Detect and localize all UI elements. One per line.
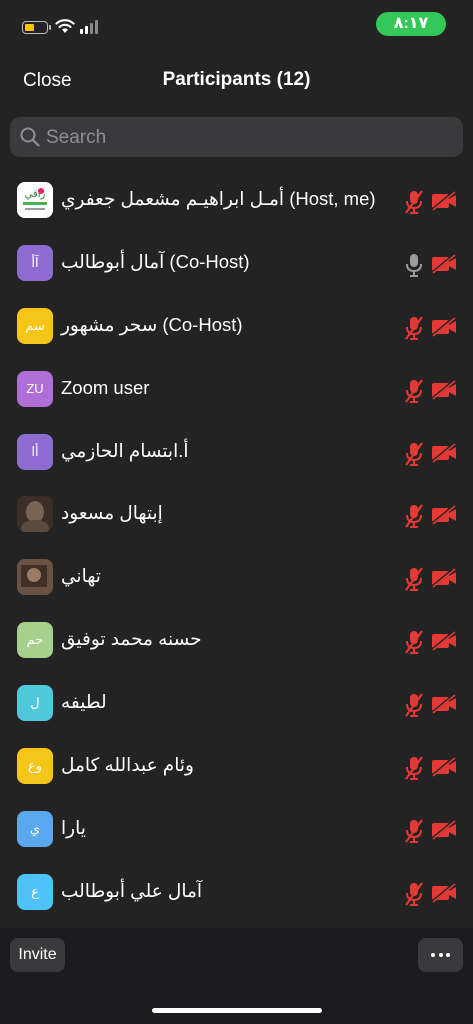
video-off-icon[interactable] — [431, 756, 457, 782]
mic-muted-icon[interactable] — [403, 189, 425, 220]
mic-icon[interactable] — [403, 252, 425, 283]
participant-name: لطيفه — [61, 691, 107, 713]
video-off-icon[interactable] — [431, 819, 457, 845]
participant-name: تهاني — [61, 565, 101, 587]
participants-list: راقي أمـل ابراهيـم مشعمل جعفري (Host, me)… — [0, 169, 473, 924]
video-off-icon[interactable] — [431, 631, 457, 656]
participant-name: أ.ابتسام الحازمي — [61, 439, 189, 461]
participant-name: يارا — [61, 816, 86, 838]
home-indicator — [152, 1008, 322, 1013]
participant-name: إبتهال مسعود — [61, 502, 163, 524]
participant-row[interactable]: ي يارا — [0, 798, 473, 861]
participant-name: آمال علي أبوطالب — [61, 879, 202, 901]
participant-name: أمـل ابراهيـم مشعمل جعفري (Host, me) — [61, 188, 376, 209]
mic-muted-icon[interactable] — [403, 378, 425, 409]
more-dots-icon[interactable] — [418, 938, 463, 972]
video-off-icon[interactable] — [431, 882, 457, 908]
avatar — [17, 496, 53, 533]
video-off-icon[interactable] — [431, 316, 457, 342]
avatar: آأ — [17, 244, 53, 281]
avatar: حم — [17, 622, 53, 659]
participant-row[interactable]: تهاني — [0, 546, 473, 609]
avatar: سم — [17, 307, 53, 344]
avatar: راقي — [17, 182, 53, 218]
status-time[interactable]: ٨:١٧ — [376, 12, 446, 36]
participant-row[interactable]: سم سحر مشهور (Co-Host) — [0, 295, 473, 358]
header: Close Participants (12) — [0, 60, 473, 102]
participant-name: سحر مشهور (Co-Host) — [61, 313, 243, 335]
bottom-toolbar: Invite — [0, 928, 473, 1024]
mic-muted-icon[interactable] — [403, 692, 425, 723]
search-bar[interactable] — [10, 117, 463, 159]
participant-row[interactable]: ع آمال علي أبوطالب — [0, 861, 473, 924]
mic-muted-icon[interactable] — [403, 441, 425, 472]
video-off-icon[interactable] — [431, 253, 457, 279]
battery-low-icon — [22, 21, 51, 34]
avatar-initials: ع — [31, 883, 39, 899]
avatar-initials: أا — [31, 443, 39, 459]
participant-name: Zoom user — [61, 376, 150, 398]
video-off-icon[interactable] — [431, 190, 457, 216]
participant-name: وئام عبدالله كامل — [61, 754, 194, 776]
mic-muted-icon[interactable] — [403, 629, 425, 660]
avatar-initials: ل — [30, 695, 40, 711]
video-off-icon[interactable] — [431, 568, 457, 593]
page-title: Participants (12) — [162, 69, 311, 90]
avatar — [17, 559, 53, 596]
mic-muted-icon[interactable] — [403, 315, 425, 346]
participant-row[interactable]: إبتهال مسعود — [0, 483, 473, 546]
avatar-initials: ZU — [26, 381, 44, 397]
avatar: أا — [17, 433, 53, 470]
signal-icon — [80, 20, 98, 34]
participant-name: حسنه محمد توفيق — [61, 628, 202, 650]
participant-name: آمال أبوطالب (Co-Host) — [61, 250, 250, 272]
mic-muted-icon[interactable] — [403, 818, 425, 849]
video-off-icon[interactable] — [431, 442, 457, 468]
avatar-initials: آأ — [31, 254, 39, 270]
participant-row[interactable]: ل لطيفه — [0, 672, 473, 735]
participant-row[interactable]: آأ آمال أبوطالب (Co-Host) — [0, 232, 473, 295]
search-icon — [20, 127, 40, 147]
participant-row[interactable]: ZU Zoom user — [0, 358, 473, 421]
avatar: ل — [17, 685, 53, 722]
search-input[interactable] — [44, 117, 448, 159]
video-off-icon[interactable] — [431, 379, 457, 405]
mic-muted-icon[interactable] — [403, 566, 425, 597]
avatar-initials: سم — [25, 317, 45, 333]
avatar-initials: حم — [26, 632, 44, 648]
mic-muted-icon[interactable] — [403, 881, 425, 912]
invite-button[interactable]: Invite — [10, 938, 65, 972]
avatar: ي — [17, 810, 53, 847]
wifi-icon — [55, 19, 75, 33]
avatar: ZU — [17, 370, 53, 407]
status-bar: ٨:١٧ — [0, 0, 473, 52]
participant-row[interactable]: وع وئام عبدالله كامل — [0, 735, 473, 798]
avatar-initials: ي — [29, 820, 41, 836]
participant-row[interactable]: راقي أمـل ابراهيـم مشعمل جعفري (Host, me) — [0, 169, 473, 232]
participant-row[interactable]: حم حسنه محمد توفيق — [0, 609, 473, 672]
avatar: ع — [17, 873, 53, 910]
video-off-icon[interactable] — [431, 505, 457, 530]
participant-row[interactable]: أا أ.ابتسام الحازمي — [0, 421, 473, 484]
mic-muted-icon[interactable] — [403, 503, 425, 534]
avatar: وع — [17, 748, 53, 785]
video-off-icon[interactable] — [431, 693, 457, 719]
mic-muted-icon[interactable] — [403, 755, 425, 786]
avatar-initials: وع — [27, 758, 43, 774]
